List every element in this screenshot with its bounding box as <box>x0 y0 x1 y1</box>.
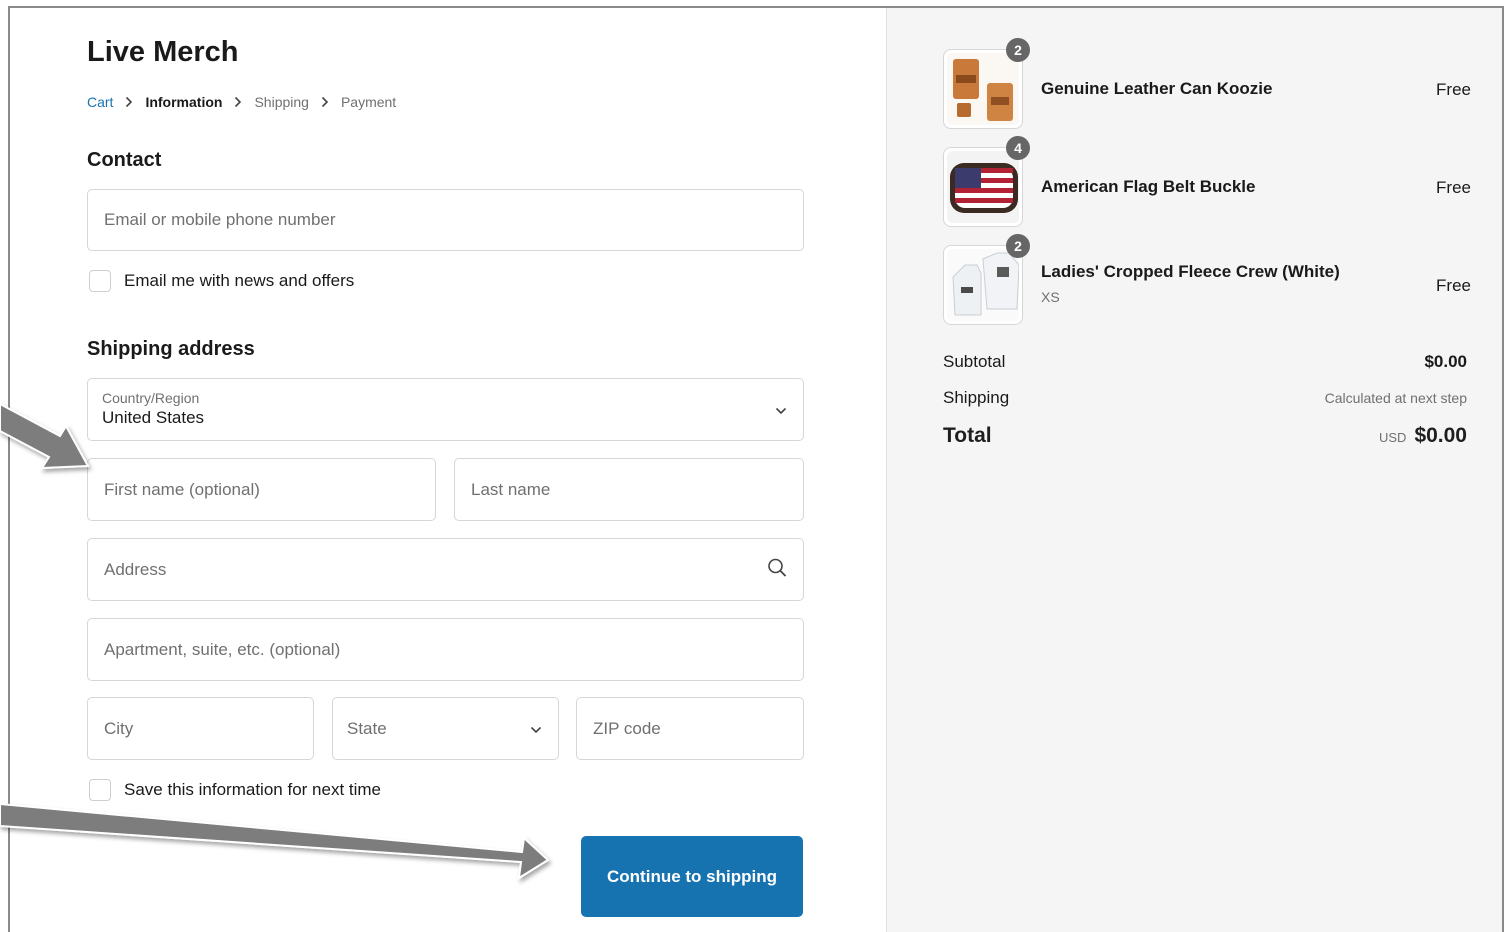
chevron-right-icon <box>234 96 242 108</box>
quantity-badge: 2 <box>1006 234 1030 258</box>
subtotal-label: Subtotal <box>943 352 1006 371</box>
news-checkbox-label: Email me with news and offers <box>124 271 355 290</box>
chevron-right-icon <box>125 96 133 108</box>
shipping-label: Shipping <box>943 388 1010 407</box>
cart-item: 4 American Flag Belt Buckle Free <box>943 136 1471 227</box>
belt-buckle-image-icon <box>947 151 1019 223</box>
contact-title: Contact <box>87 149 162 171</box>
breadcrumb-information: Information <box>145 94 223 110</box>
breadcrumb-cart[interactable]: Cart <box>87 94 113 110</box>
first-name-field[interactable] <box>87 458 436 521</box>
store-name[interactable]: Live Merch <box>87 36 239 69</box>
checkout-window: Live Merch Cart Information Shipping Pay… <box>8 6 1504 932</box>
breadcrumb-payment: Payment <box>340 94 397 110</box>
apartment-input[interactable] <box>102 619 789 680</box>
shipping-address-title: Shipping address <box>87 338 255 360</box>
breadcrumb-shipping: Shipping <box>254 94 309 110</box>
cart-item-name: Genuine Leather Can Koozie <box>1041 79 1273 98</box>
zip-input[interactable] <box>591 698 789 759</box>
cart-item-name: Ladies' Cropped Fleece Crew (White) <box>1041 262 1340 281</box>
apartment-field[interactable] <box>87 618 804 681</box>
quantity-badge: 4 <box>1006 136 1030 160</box>
email-input[interactable] <box>102 190 789 250</box>
state-select-placeholder: State <box>347 718 387 738</box>
subtotal-value: $0.00 <box>1424 352 1467 371</box>
cart-item-price: Free <box>1436 276 1471 295</box>
last-name-field[interactable] <box>454 458 804 521</box>
order-summary: 2 Genuine Leather Can Koozie Free 4 Amer… <box>886 8 1502 932</box>
last-name-input[interactable] <box>469 459 789 520</box>
cart-item-variant: XS <box>1041 289 1060 305</box>
address-field[interactable] <box>87 538 804 601</box>
news-checkbox[interactable] <box>89 270 111 292</box>
search-icon[interactable] <box>767 557 787 582</box>
country-select-value: United States <box>102 408 205 427</box>
chevron-right-icon <box>321 96 329 108</box>
country-select-label: Country/Region <box>102 390 200 406</box>
save-info-checkbox-row[interactable]: Save this information for next time <box>89 779 381 801</box>
state-select[interactable]: State <box>332 697 559 760</box>
product-thumbnail: 2 <box>943 234 1030 325</box>
quantity-badge: 2 <box>1006 38 1030 62</box>
zip-field[interactable] <box>576 697 804 760</box>
subtotal-row: Subtotal $0.00 <box>943 352 1467 372</box>
first-name-input[interactable] <box>102 459 421 520</box>
product-thumbnail: 4 <box>943 136 1030 227</box>
email-field[interactable] <box>87 189 804 251</box>
cart-item-price: Free <box>1436 178 1471 197</box>
country-select[interactable]: Country/Region United States <box>87 378 804 441</box>
cart-item-name: American Flag Belt Buckle <box>1041 177 1256 196</box>
news-checkbox-row[interactable]: Email me with news and offers <box>89 270 354 292</box>
total-value: $0.00 <box>1414 424 1467 447</box>
continue-to-shipping-button[interactable]: Continue to shipping <box>581 836 803 917</box>
city-field[interactable] <box>87 697 314 760</box>
total-currency: USD <box>1378 430 1407 445</box>
breadcrumb: Cart Information Shipping Payment <box>87 94 396 110</box>
shipping-row: Shipping Calculated at next step <box>943 388 1467 408</box>
chevron-down-icon <box>530 719 542 739</box>
cart-item: 2 Ladies' Cropped Fleece Crew (White) XS… <box>943 234 1471 325</box>
city-input[interactable] <box>102 698 299 759</box>
address-input[interactable] <box>102 539 789 600</box>
save-info-checkbox[interactable] <box>89 779 111 801</box>
cart-item: 2 Genuine Leather Can Koozie Free <box>943 38 1471 129</box>
shipping-value: Calculated at next step <box>1324 390 1467 406</box>
cart-item-price: Free <box>1436 80 1471 99</box>
save-info-checkbox-label: Save this information for next time <box>124 780 382 799</box>
checkout-main: Live Merch Cart Information Shipping Pay… <box>10 8 886 932</box>
total-label: Total <box>943 424 992 447</box>
chevron-down-icon <box>775 400 787 420</box>
product-thumbnail: 2 <box>943 38 1030 129</box>
fleece-crew-image-icon <box>947 249 1019 321</box>
koozie-image-icon <box>947 53 1019 125</box>
total-amount: USD $0.00 <box>1379 424 1467 448</box>
total-row: Total USD $0.00 <box>943 424 1467 448</box>
